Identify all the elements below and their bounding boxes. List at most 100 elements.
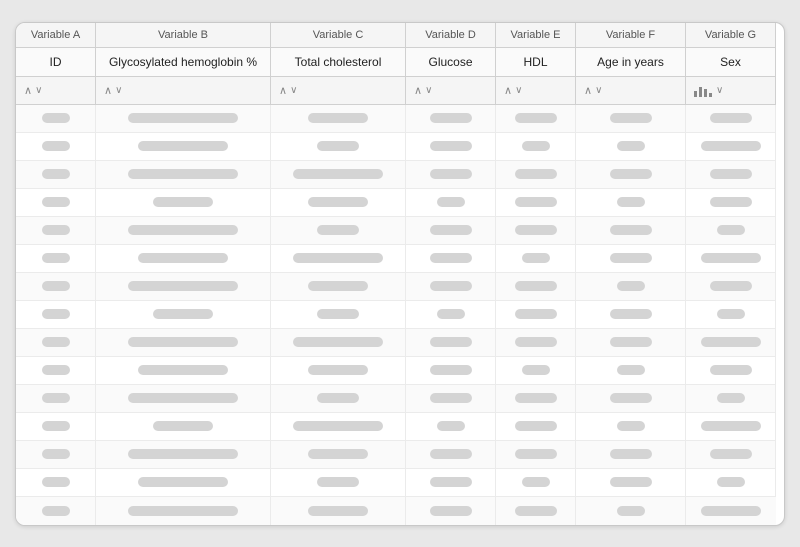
data-pill [317,225,359,235]
data-pill [128,113,238,123]
data-pill [710,449,752,459]
table-row [686,245,776,273]
table-row [576,441,686,469]
data-pill [138,365,228,375]
data-pill [610,309,652,319]
table-row [686,189,776,217]
sort-header-1[interactable]: ∧ ∨ [96,77,271,105]
table-row [406,329,496,357]
data-pill [617,197,645,207]
sort-header-3[interactable]: ∧ ∨ [406,77,496,105]
data-pill [308,506,368,516]
table-row [406,441,496,469]
sort-header-5[interactable]: ∧ ∨ [576,77,686,105]
table-row [96,105,271,133]
data-pill [42,506,70,516]
table-row [496,357,576,385]
table-row [96,413,271,441]
table-row [406,189,496,217]
table-row [271,161,406,189]
data-pill [430,141,472,151]
sort-header-6[interactable]: ∨ [686,77,776,105]
variable-header-2: Variable C [271,23,406,48]
data-pill [515,337,557,347]
variable-header-4: Variable E [496,23,576,48]
data-pill [42,309,70,319]
table-row [686,497,776,525]
data-pill [308,365,368,375]
data-pill [610,225,652,235]
table-row [96,329,271,357]
sort-chevron: ∨ [290,85,297,96]
data-pill [617,141,645,151]
table-row [496,469,576,497]
data-pill [42,393,70,403]
data-pill [128,393,238,403]
data-pill [610,393,652,403]
field-header-5[interactable]: Age in years [576,48,686,77]
sort-chevron: ∨ [595,85,602,96]
table-grid: Variable AVariable BVariable CVariable D… [16,23,784,525]
wave-icon: ∧ [279,84,287,97]
data-pill [42,225,70,235]
data-pill [430,449,472,459]
data-pill [430,337,472,347]
wave-icon: ∧ [414,84,422,97]
data-pill [617,506,645,516]
data-pill [42,197,70,207]
table-row [406,469,496,497]
table-row [496,189,576,217]
table-row [496,441,576,469]
data-pill [153,309,213,319]
field-header-4[interactable]: HDL [496,48,576,77]
field-header-6[interactable]: Sex [686,48,776,77]
sort-chevron: ∨ [515,85,522,96]
field-header-2[interactable]: Total cholesterol [271,48,406,77]
data-pill [617,365,645,375]
data-pill [128,506,238,516]
wave-icon: ∧ [584,84,592,97]
data-pill [293,337,383,347]
sort-header-2[interactable]: ∧ ∨ [271,77,406,105]
field-header-1[interactable]: Glycosylated hemoglobin % [96,48,271,77]
data-pill [515,281,557,291]
table-row [96,217,271,245]
data-pill [522,365,550,375]
table-row [686,329,776,357]
data-pill [42,421,70,431]
table-row [576,497,686,525]
table-row [271,105,406,133]
table-row [686,469,776,497]
data-pill [308,113,368,123]
data-pill [42,113,70,123]
field-header-0[interactable]: ID [16,48,96,77]
table-row [96,385,271,413]
bar-chart-icon [694,83,712,97]
table-row [686,161,776,189]
table-row [16,413,96,441]
table-row [271,329,406,357]
field-header-3[interactable]: Glucose [406,48,496,77]
variable-header-0: Variable A [16,23,96,48]
sort-header-4[interactable]: ∧ ∨ [496,77,576,105]
data-pill [153,197,213,207]
table-row [16,385,96,413]
table-row [686,385,776,413]
table-row [271,441,406,469]
data-pill [430,253,472,263]
table-row [496,273,576,301]
table-row [96,133,271,161]
data-pill [430,281,472,291]
data-pill [515,225,557,235]
data-table: Variable AVariable BVariable CVariable D… [15,22,785,526]
data-pill [317,141,359,151]
sort-header-0[interactable]: ∧ ∨ [16,77,96,105]
table-row [496,105,576,133]
table-row [406,413,496,441]
table-row [16,469,96,497]
data-pill [42,141,70,151]
data-pill [430,365,472,375]
data-pill [128,169,238,179]
data-pill [153,421,213,431]
data-pill [42,169,70,179]
